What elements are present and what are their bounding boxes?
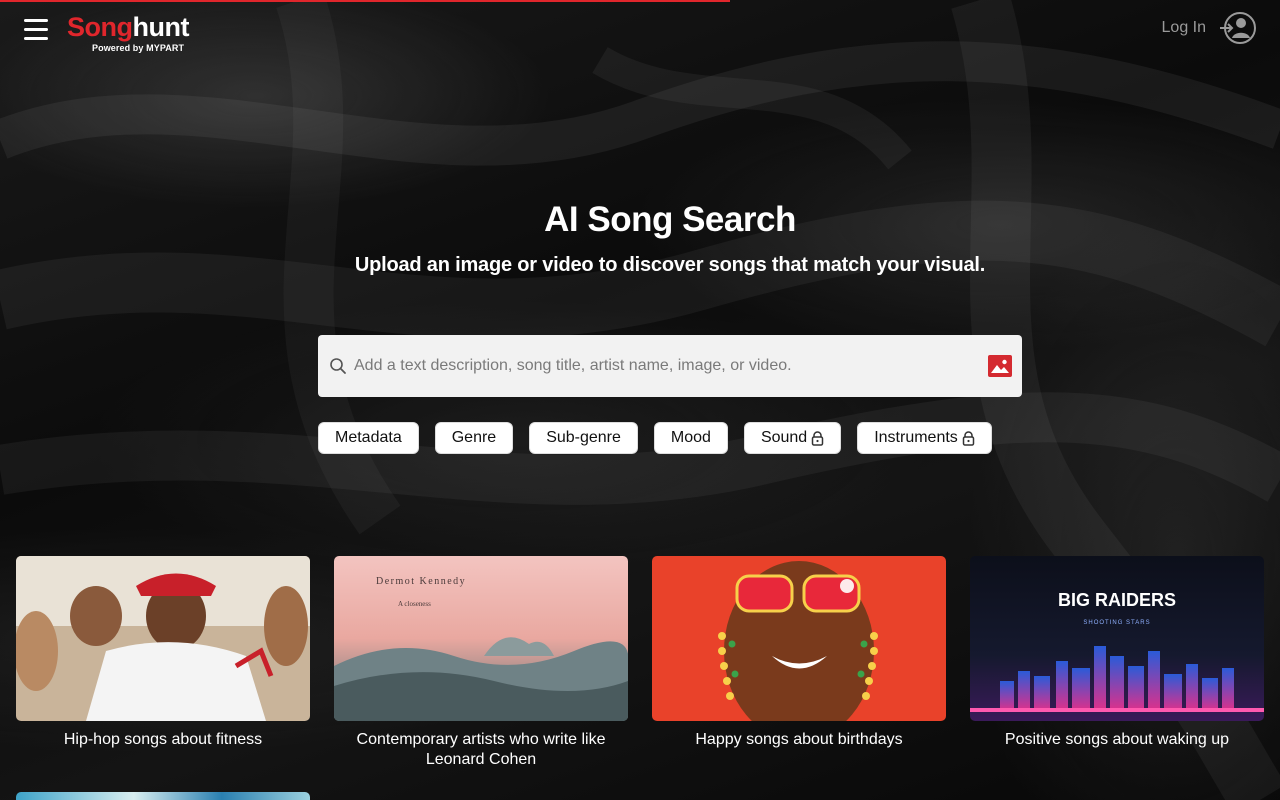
filter-label: Instruments: [874, 429, 958, 446]
page-subtitle: Upload an image or video to discover son…: [354, 254, 986, 276]
filter-sound[interactable]: Sound: [743, 422, 842, 454]
lock-icon: [811, 430, 824, 446]
example-card[interactable]: BIG RAIDERS SHOOTING STARS Positive song…: [970, 556, 1264, 770]
album-art-subtitle: A closeness: [398, 600, 431, 608]
logo-powered-by: Powered by MYPART: [92, 43, 185, 53]
album-art-band: BIG RAIDERS: [1058, 590, 1176, 610]
card-title: Happy songs about birthdays: [695, 731, 903, 748]
card-thumbnail-cohen: Dermot Kennedy A closeness: [334, 556, 628, 721]
filter-sub-genre[interactable]: Sub-genre: [529, 422, 638, 454]
search-input[interactable]: [354, 357, 988, 375]
example-search-cards: Hip-hop songs about fitness Dermot Kenne…: [16, 556, 1264, 770]
filter-label: Mood: [670, 429, 711, 446]
songhunt-logo[interactable]: Songhunt Powered by MYPART: [67, 12, 189, 53]
lock-icon: [962, 430, 975, 446]
search-bar: [318, 335, 1022, 397]
top-bar: Songhunt Powered by MYPART Log In: [0, 0, 1280, 60]
login-button[interactable]: Log In: [1162, 11, 1258, 45]
album-art-artist: Dermot Kennedy: [376, 576, 466, 587]
page-title: AI Song Search: [544, 200, 796, 239]
filter-mood[interactable]: Mood: [653, 422, 728, 454]
card-thumbnail-waking-up: BIG RAIDERS SHOOTING STARS: [970, 556, 1264, 721]
album-art-subtitle: SHOOTING STARS: [1083, 620, 1150, 626]
filter-instruments[interactable]: Instruments: [857, 422, 992, 454]
card-title: Hip-hop songs about fitness: [63, 731, 263, 748]
filter-genre[interactable]: Genre: [434, 422, 514, 454]
filter-label: Metadata: [335, 429, 402, 446]
user-login-icon: [1220, 12, 1256, 44]
card-thumbnail-birthdays: [652, 556, 946, 721]
login-label: Log In: [1161, 19, 1206, 36]
menu-icon[interactable]: [24, 19, 48, 41]
search-icon: [330, 358, 346, 374]
filter-label: Sound: [760, 429, 808, 446]
card-title: Positive songs about waking up: [1004, 731, 1230, 748]
card-thumbnail-hiphop: [16, 556, 310, 721]
logo-wordmark: Songhunt: [67, 12, 189, 42]
filter-label: Sub-genre: [546, 429, 621, 446]
example-card[interactable]: Dermot Kennedy A closeness Contemporary …: [334, 556, 628, 770]
card-thumbnail-partial[interactable]: [16, 792, 310, 800]
filter-metadata[interactable]: Metadata: [318, 422, 419, 454]
filter-label: Genre: [451, 429, 497, 446]
hero-section: AI Song Search Upload an image or video …: [0, 200, 1280, 277]
example-card[interactable]: Hip-hop songs about fitness: [16, 556, 310, 770]
example-card[interactable]: Happy songs about birthdays: [652, 556, 946, 770]
filter-chips: Metadata Genre Sub-genre Mood Sound Inst…: [318, 422, 992, 454]
card-title: Contemporary artists who write like Leon…: [356, 731, 606, 768]
image-upload-icon[interactable]: [988, 355, 1012, 377]
